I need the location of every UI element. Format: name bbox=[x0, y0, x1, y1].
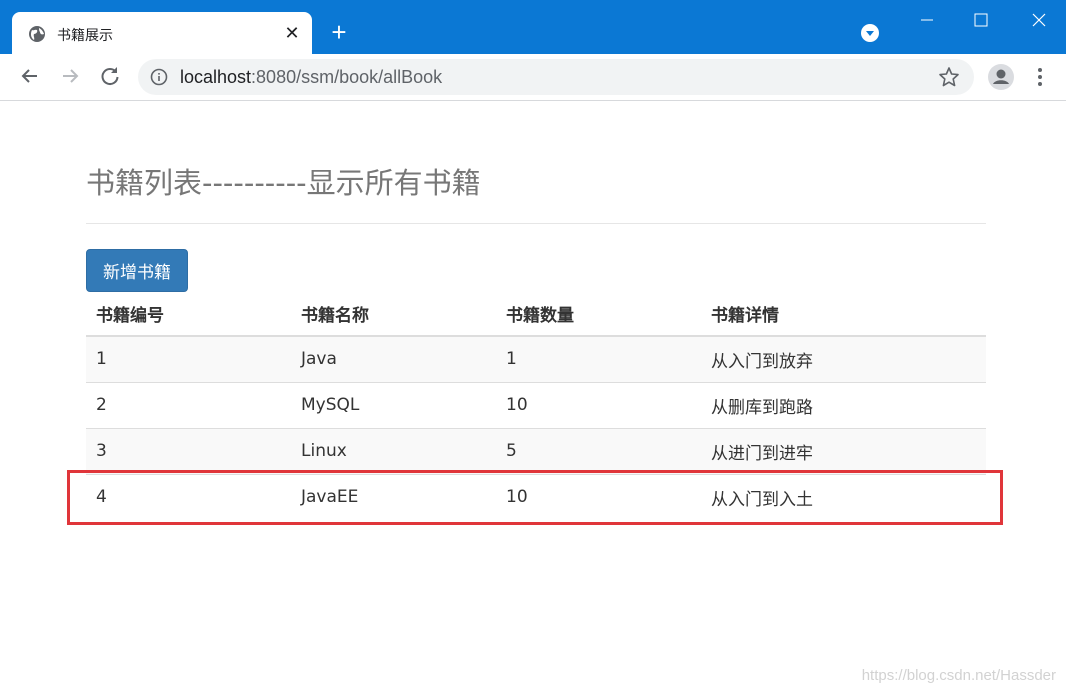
tab-search-icon[interactable] bbox=[860, 23, 880, 43]
book-count-cell: 5 bbox=[496, 427, 701, 474]
book-name-cell: JavaEE bbox=[291, 473, 496, 520]
book-name-cell: Java bbox=[291, 335, 496, 382]
tab-title: 书籍展示 bbox=[57, 28, 113, 44]
add-book-button[interactable]: 新增书籍 bbox=[86, 249, 188, 292]
browser-tab[interactable]: 书籍展示 ✕ bbox=[12, 12, 312, 54]
book-id-cell: 1 bbox=[86, 335, 291, 382]
table-row: 1 Java 1 从入门到放弃 bbox=[86, 335, 986, 382]
maximize-icon[interactable] bbox=[958, 0, 1004, 40]
table-header-row: 书籍编号 书籍名称 书籍数量 书籍详情 bbox=[86, 292, 986, 337]
page-title: 书籍列表----------显示所有书籍 bbox=[86, 166, 481, 200]
forward-arrow-icon[interactable] bbox=[58, 64, 82, 88]
column-header-name: 书籍名称 bbox=[291, 292, 496, 337]
book-detail-cell: 从进门到进牢 bbox=[701, 427, 986, 474]
book-id-cell: 2 bbox=[86, 381, 291, 428]
back-arrow-icon[interactable] bbox=[18, 64, 42, 88]
url-host: localhost bbox=[180, 67, 252, 87]
close-window-icon[interactable] bbox=[1016, 0, 1062, 40]
book-table: 书籍编号 书籍名称 书籍数量 书籍详情 1 Java 1 从入门到放弃 2 My… bbox=[86, 292, 986, 520]
more-menu-icon[interactable] bbox=[1030, 65, 1050, 89]
title-divider bbox=[86, 223, 986, 224]
globe-icon bbox=[29, 26, 45, 42]
url-text[interactable]: localhost:8080/ssm/book/allBook bbox=[180, 67, 442, 88]
table-row: 3 Linux 5 从进门到进牢 bbox=[86, 427, 986, 474]
tab-close-icon[interactable]: ✕ bbox=[282, 23, 302, 43]
book-name-cell: MySQL bbox=[291, 381, 496, 428]
book-count-cell: 10 bbox=[496, 381, 701, 428]
reload-icon[interactable] bbox=[98, 64, 122, 88]
book-detail-cell: 从入门到入土 bbox=[701, 473, 986, 520]
column-header-detail: 书籍详情 bbox=[701, 292, 986, 337]
url-path: :8080/ssm/book/allBook bbox=[251, 67, 443, 87]
table-row: 2 MySQL 10 从删库到跑路 bbox=[86, 381, 986, 428]
address-bar[interactable]: localhost:8080/ssm/book/allBook bbox=[138, 59, 974, 95]
watermark: https://blog.csdn.net/Hassder bbox=[861, 667, 1056, 684]
book-id-cell: 3 bbox=[86, 427, 291, 474]
book-count-cell: 1 bbox=[496, 335, 701, 382]
info-icon[interactable] bbox=[150, 68, 168, 86]
column-header-count: 书籍数量 bbox=[496, 292, 701, 337]
book-name-cell: Linux bbox=[291, 427, 496, 474]
bookmark-star-icon[interactable] bbox=[938, 66, 960, 88]
new-tab-button[interactable]: + bbox=[326, 19, 352, 46]
table-row-highlighted: 4 JavaEE 10 从入门到入土 bbox=[86, 473, 986, 520]
book-detail-cell: 从删库到跑路 bbox=[701, 381, 986, 428]
minimize-icon[interactable] bbox=[904, 0, 950, 40]
browser-toolbar: localhost:8080/ssm/book/allBook bbox=[0, 54, 1066, 101]
browser-title-bar: 书籍展示 ✕ + bbox=[0, 0, 1066, 54]
book-detail-cell: 从入门到放弃 bbox=[701, 335, 986, 382]
book-id-cell: 4 bbox=[86, 473, 291, 520]
column-header-id: 书籍编号 bbox=[86, 292, 291, 337]
book-count-cell: 10 bbox=[496, 473, 701, 520]
profile-avatar-icon[interactable] bbox=[987, 63, 1015, 91]
